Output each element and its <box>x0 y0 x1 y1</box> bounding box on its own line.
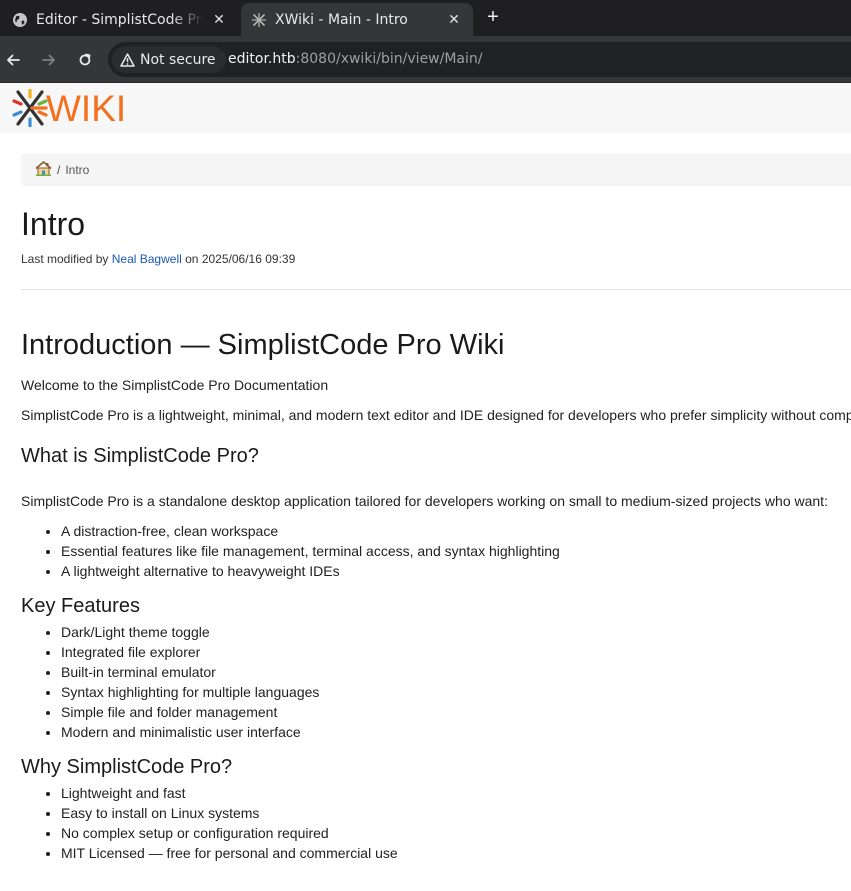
xwiki-header: WIKI <box>0 83 851 133</box>
tab-title: Editor - SimplistCode Pro <box>36 11 204 28</box>
address-bar[interactable]: Not secure editor.htb:8080/xwiki/bin/vie… <box>108 42 851 77</box>
back-arrow-icon[interactable] <box>2 49 24 71</box>
list-item: Integrated file explorer <box>61 642 851 662</box>
list-item: Lightweight and fast <box>61 783 851 803</box>
article-heading: Introduction — SimplistCode Pro Wiki <box>21 329 505 361</box>
browser-tab-strip: Editor - SimplistCode Pro ✕ XWiki - Main… <box>0 0 851 36</box>
breadcrumb-separator: / <box>57 162 61 177</box>
tab-title: XWiki - Main - Intro <box>275 11 408 28</box>
what-list: A distraction-free, clean workspace Esse… <box>61 521 851 581</box>
xwiki-logo-x-icon <box>12 89 48 127</box>
list-item: A lightweight alternative to heavyweight… <box>61 561 851 581</box>
list-item: Dark/Light theme toggle <box>61 622 851 642</box>
breadcrumb-current: Intro <box>65 162 90 177</box>
list-item: Built-in terminal emulator <box>61 662 851 682</box>
site-security-chip[interactable]: Not secure <box>112 46 226 73</box>
main-content: Intro Last modified by Neal Bagwell on 2… <box>21 200 851 863</box>
divider <box>21 289 851 290</box>
xwiki-logo[interactable]: WIKI <box>12 89 126 127</box>
tab-editor[interactable]: Editor - SimplistCode Pro ✕ <box>2 3 238 36</box>
forward-arrow-icon[interactable] <box>38 49 60 71</box>
list-item: A distraction-free, clean workspace <box>61 521 851 541</box>
what-paragraph: SimplistCode Pro is a standalone desktop… <box>21 493 828 509</box>
list-item: Syntax highlighting for multiple languag… <box>61 682 851 702</box>
section-heading-why: Why SimplistCode Pro? <box>21 756 233 778</box>
list-item: Easy to install on Linux systems <box>61 803 851 823</box>
welcome-text: Welcome to the SimplistCode Pro Document… <box>21 377 329 393</box>
url-path: :8080/xwiki/bin/view/Main/ <box>295 51 483 67</box>
why-list: Lightweight and fast Easy to install on … <box>61 783 851 863</box>
breadcrumb: / Intro <box>21 153 851 186</box>
close-icon[interactable]: ✕ <box>210 11 228 29</box>
tab-xwiki-intro[interactable]: XWiki - Main - Intro ✕ <box>241 3 473 36</box>
modified-date: 2025/06/16 09:39 <box>201 252 296 266</box>
list-item: Essential features like file management,… <box>61 541 851 561</box>
list-item: Modern and minimalistic user interface <box>61 722 851 742</box>
list-item: Simple file and folder management <box>61 702 851 722</box>
modified-on-label: on <box>185 252 199 266</box>
security-label: Not secure <box>140 51 216 68</box>
new-tab-button[interactable]: + <box>482 6 504 28</box>
intro-paragraph: SimplistCode Pro is a lightweight, minim… <box>21 407 851 423</box>
reload-icon[interactable] <box>74 49 96 71</box>
list-item: MIT Licensed — free for personal and com… <box>61 843 851 863</box>
list-item: No complex setup or configuration requir… <box>61 823 851 843</box>
xwiki-logo-text: WIKI <box>46 87 127 129</box>
author-link[interactable]: Neal Bagwell <box>112 252 182 266</box>
last-modified-info: Last modified by Neal Bagwell on 2025/06… <box>21 250 851 268</box>
modified-prefix: Last modified by <box>21 252 109 266</box>
url-host: editor.htb <box>228 51 296 67</box>
features-list: Dark/Light theme toggle Integrated file … <box>61 622 851 742</box>
home-icon[interactable] <box>35 160 52 179</box>
browser-toolbar: Not secure editor.htb:8080/xwiki/bin/vie… <box>0 36 851 83</box>
globe-icon <box>12 12 28 28</box>
warning-icon <box>120 52 135 67</box>
section-heading-features: Key Features <box>21 595 140 617</box>
url-text[interactable]: editor.htb:8080/xwiki/bin/view/Main/ <box>228 51 483 67</box>
section-heading-what: What is SimplistCode Pro? <box>21 445 259 467</box>
close-icon[interactable]: ✕ <box>445 11 463 29</box>
page-title: Intro <box>21 206 86 242</box>
xwiki-favicon <box>251 12 267 28</box>
